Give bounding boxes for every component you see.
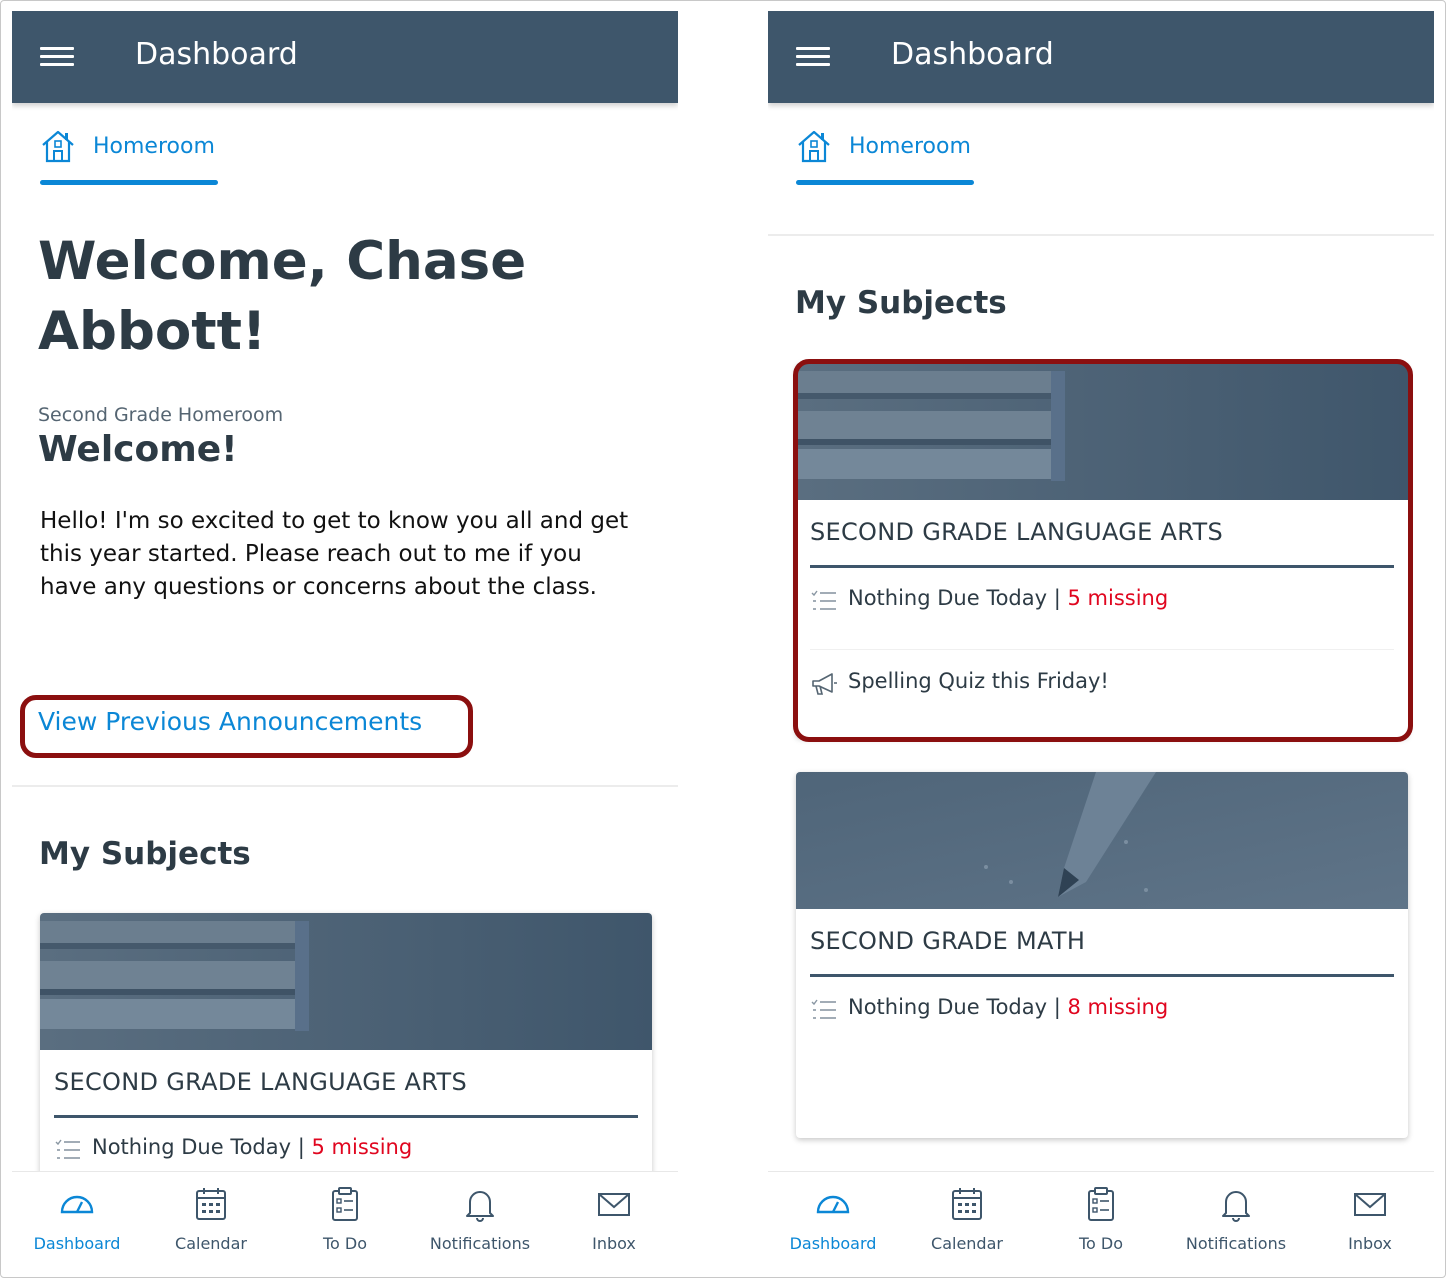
welcome-heading: Welcome, Chase Abbott! (38, 231, 527, 362)
nav-todo[interactable]: To Do (1036, 1172, 1166, 1275)
calendar-icon (196, 1188, 226, 1220)
nav-label: Dashboard (33, 1234, 121, 1253)
nav-inbox[interactable]: Inbox (549, 1172, 678, 1275)
nav-label: Notifications (1185, 1234, 1287, 1253)
card-divider (54, 1115, 638, 1118)
todo-list-icon (55, 1139, 80, 1159)
nav-inbox[interactable]: Inbox (1305, 1172, 1434, 1275)
homeroom-announcement-title: Welcome! (38, 429, 238, 470)
hamburger-menu-icon[interactable] (796, 45, 830, 69)
right-phone-screen: Dashboard Homeroom My Subjects SECOND GR… (768, 11, 1434, 1275)
bottom-navigation: Dashboard Calendar To Do Notifications I… (12, 1171, 678, 1275)
nav-label: Calendar (931, 1234, 1003, 1253)
tab-homeroom-label: Homeroom (849, 134, 971, 159)
todo-clipboard-icon (332, 1187, 358, 1221)
my-subjects-heading: My Subjects (39, 836, 251, 872)
bottom-navigation: Dashboard Calendar To Do Notifications I… (768, 1171, 1434, 1275)
calendar-icon (952, 1188, 982, 1220)
subject-card-language-arts[interactable]: SECOND GRADE LANGUAGE ARTS Nothing Due T… (40, 913, 652, 1213)
nav-label: Calendar (175, 1234, 247, 1253)
dashboard-icon (816, 1195, 850, 1214)
homeroom-course-name: Second Grade Homeroom (38, 404, 284, 426)
bell-icon (1222, 1191, 1250, 1222)
nav-dashboard[interactable]: Dashboard (768, 1172, 898, 1275)
card-title: SECOND GRADE LANGUAGE ARTS (54, 1068, 467, 1096)
missing-count: 5 missing (311, 1135, 413, 1159)
section-divider (768, 234, 1434, 236)
nav-label: Inbox (1348, 1234, 1392, 1253)
todo-clipboard-icon (1088, 1187, 1114, 1221)
nav-label: To Do (322, 1234, 368, 1253)
card-image-pencil (796, 772, 1408, 909)
page-title: Dashboard (135, 37, 298, 72)
todo-list-icon (811, 999, 836, 1019)
subject-card-math[interactable]: SECOND GRADE MATH Nothing Due Today | 8 … (796, 772, 1408, 1138)
nav-todo[interactable]: To Do (280, 1172, 410, 1275)
dashboard-icon (60, 1195, 94, 1214)
home-icon (798, 130, 830, 163)
missing-count: 8 missing (1067, 995, 1169, 1019)
nav-calendar[interactable]: Calendar (146, 1172, 276, 1275)
page-title: Dashboard (891, 37, 1054, 72)
card-divider (810, 974, 1394, 977)
my-subjects-heading: My Subjects (795, 285, 1007, 321)
nav-label: To Do (1078, 1234, 1124, 1253)
bell-icon (466, 1191, 494, 1222)
home-icon (42, 130, 74, 163)
due-status-text: Nothing Due Today | (92, 1135, 312, 1159)
inbox-envelope-icon (598, 1193, 630, 1216)
highlight-box (20, 695, 473, 758)
tab-active-indicator (40, 180, 218, 185)
tab-homeroom-label: Homeroom (93, 134, 215, 159)
tab-homeroom[interactable]: Homeroom (796, 128, 974, 188)
due-status-text: Nothing Due Today | (848, 995, 1068, 1019)
tab-homeroom[interactable]: Homeroom (40, 128, 218, 188)
nav-notifications[interactable]: Notifications (415, 1172, 545, 1275)
nav-dashboard[interactable]: Dashboard (12, 1172, 142, 1275)
homeroom-announcement-body: Hello! I'm so excited to get to know you… (40, 508, 629, 600)
nav-calendar[interactable]: Calendar (902, 1172, 1032, 1275)
app-bar: Dashboard (768, 11, 1434, 103)
inbox-envelope-icon (1354, 1193, 1386, 1216)
tab-active-indicator (796, 180, 974, 185)
nav-notifications[interactable]: Notifications (1171, 1172, 1301, 1275)
section-divider (12, 785, 678, 787)
left-phone-screen: Dashboard Homeroom Welcome, Chase Abbott… (12, 11, 678, 1275)
nav-label: Dashboard (789, 1234, 877, 1253)
card-title: SECOND GRADE MATH (810, 927, 1086, 955)
highlight-box (793, 359, 1413, 742)
nav-label: Inbox (592, 1234, 636, 1253)
card-image-books (40, 913, 652, 1050)
hamburger-menu-icon[interactable] (40, 45, 74, 69)
nav-label: Notifications (429, 1234, 531, 1253)
app-bar: Dashboard (12, 11, 678, 103)
